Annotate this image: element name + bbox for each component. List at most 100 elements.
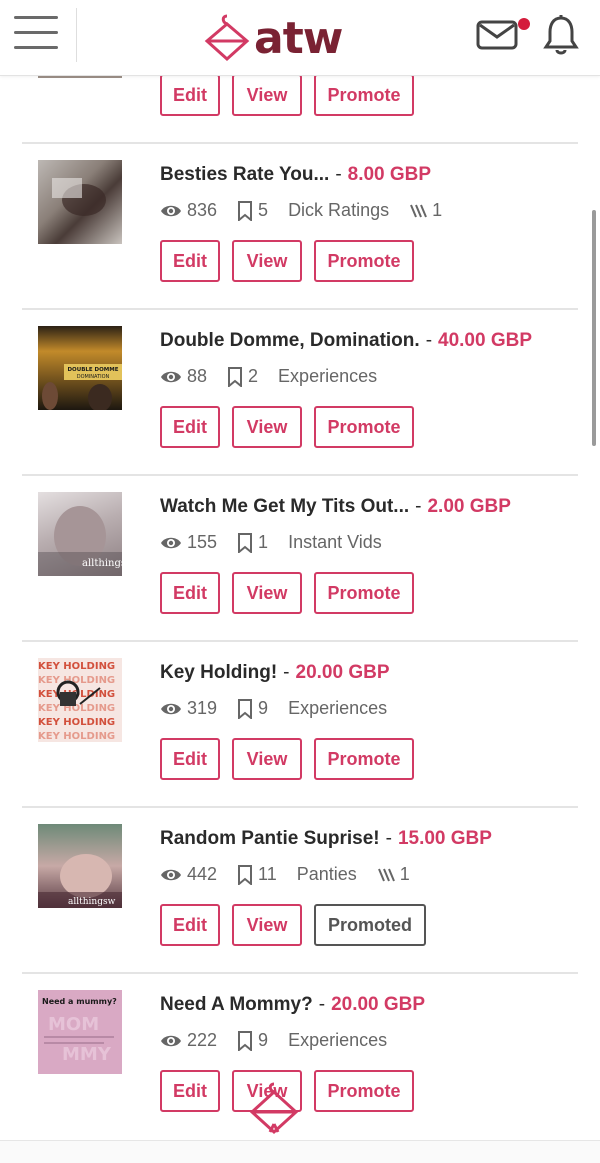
listing-title[interactable]: Key Holding! xyxy=(160,662,277,683)
edit-button[interactable]: Edit xyxy=(160,572,220,614)
listing-meta: 319 9 Experiences xyxy=(160,698,407,719)
scrollbar[interactable] xyxy=(592,210,596,446)
bookmark-icon xyxy=(238,532,253,553)
listing-category: Experiences xyxy=(288,1030,388,1050)
listing-title[interactable]: Watch Me Get My Tits Out... xyxy=(160,496,409,517)
floating-hanger-logo-icon[interactable] xyxy=(246,1080,302,1136)
svg-text:KEY HOLDING: KEY HOLDING xyxy=(38,717,115,728)
listing-price: 8.00 GBP xyxy=(347,164,432,185)
thumbnail-art: KEY HOLDING KEY HOLDING KEY HOLDING KEY … xyxy=(38,661,115,742)
edit-button[interactable]: Edit xyxy=(160,904,220,946)
view-button[interactable]: View xyxy=(232,904,302,946)
listing-title[interactable]: Need A Mommy? xyxy=(160,994,313,1015)
listing-title[interactable]: Besties Rate You... xyxy=(160,164,329,185)
listing-row: allthingsw Random Pantie Suprise! -15.00 … xyxy=(22,808,578,974)
saves-count: 9 xyxy=(258,1030,269,1050)
promote-button[interactable]: Promote xyxy=(314,1070,414,1112)
edit-button[interactable]: Edit xyxy=(160,738,220,780)
view-button[interactable]: View xyxy=(232,738,302,780)
bookmark-icon xyxy=(238,698,253,719)
listing-title[interactable]: Double Domme, Domination. xyxy=(160,330,420,351)
sales-icon xyxy=(377,868,395,881)
views-count: 836 xyxy=(187,200,218,220)
logo-text: atw xyxy=(254,12,343,64)
bottom-bar xyxy=(0,1140,600,1163)
listing-title-line[interactable]: Double Domme, Domination. -40.00 GBP xyxy=(160,330,532,352)
promote-button[interactable]: Promote xyxy=(314,74,414,116)
promote-button[interactable]: Promote xyxy=(314,572,414,614)
listing-thumbnail[interactable] xyxy=(38,160,122,244)
listing-meta: 836 5 Dick Ratings 1 xyxy=(160,200,462,221)
view-button[interactable]: View xyxy=(232,572,302,614)
bookmark-icon xyxy=(228,366,243,387)
listing-thumbnail[interactable]: allthingsw xyxy=(38,824,122,908)
listing-title-line[interactable]: Key Holding! -20.00 GBP xyxy=(160,662,390,684)
listing-price: 15.00 GBP xyxy=(397,828,492,849)
site-logo[interactable]: atw xyxy=(204,10,343,66)
listing-meta: 88 2 Experiences xyxy=(160,366,397,387)
listing-title-line[interactable]: Watch Me Get My Tits Out... -2.00 GBP xyxy=(160,496,511,518)
thumbnail-art: allthings xyxy=(38,506,122,576)
edit-button[interactable]: Edit xyxy=(160,240,220,282)
listing-row: DOUBLE DOMME DOMINATION Double Domme, Do… xyxy=(22,310,578,476)
top-header: atw xyxy=(0,0,600,76)
eye-icon xyxy=(161,537,181,548)
promote-button[interactable]: Promote xyxy=(314,240,414,282)
svg-text:Need a mummy?: Need a mummy? xyxy=(42,997,117,1006)
svg-text:allthingsw: allthingsw xyxy=(68,897,116,907)
listing-title-line[interactable]: Besties Rate You... -8.00 GBP xyxy=(160,164,431,186)
edit-button[interactable]: Edit xyxy=(160,406,220,448)
views-count: 155 xyxy=(187,532,218,552)
edit-button[interactable]: Edit xyxy=(160,74,220,116)
promoted-button[interactable]: Promoted xyxy=(314,904,426,946)
view-button[interactable]: View xyxy=(232,240,302,282)
saves-count: 2 xyxy=(248,366,259,386)
listing-thumbnail[interactable]: Need a mummy? MOM MMY xyxy=(38,990,122,1074)
svg-text:KEY HOLDING: KEY HOLDING xyxy=(38,661,115,672)
listing-title[interactable]: Random Pantie Suprise! xyxy=(160,828,380,849)
listing-category: Dick Ratings xyxy=(288,200,390,220)
saves-count: 11 xyxy=(258,864,277,884)
listing-title-line[interactable]: Need A Mommy? -20.00 GBP xyxy=(160,994,425,1016)
thumbnail-art: Need a mummy? MOM MMY xyxy=(42,997,117,1065)
sales-count: 1 xyxy=(399,864,410,884)
listing-thumbnail[interactable]: KEY HOLDING KEY HOLDING KEY HOLDING KEY … xyxy=(38,658,122,742)
edit-button[interactable]: Edit xyxy=(160,1070,220,1112)
bookmark-icon xyxy=(238,200,253,221)
listing-price: 40.00 GBP xyxy=(438,330,533,351)
listing-meta: 442 11 Panties 1 xyxy=(160,864,430,885)
mail-icon[interactable] xyxy=(476,18,518,52)
saves-count: 5 xyxy=(258,200,269,220)
view-button[interactable]: View xyxy=(232,74,302,116)
view-button[interactable]: View xyxy=(232,406,302,448)
views-count: 88 xyxy=(187,366,208,386)
hanger-logo-icon xyxy=(204,14,250,62)
views-count: 319 xyxy=(187,698,218,718)
listing-meta: 155 1 Instant Vids xyxy=(160,532,402,553)
bookmark-icon xyxy=(238,1030,253,1051)
bell-icon[interactable] xyxy=(542,14,580,56)
listing-title-line[interactable]: Random Pantie Suprise! -15.00 GBP xyxy=(160,828,492,850)
listing-category: Panties xyxy=(296,864,357,884)
thumbnail-art: allthingsw xyxy=(38,854,122,908)
promote-button[interactable]: Promote xyxy=(314,738,414,780)
eye-icon xyxy=(161,703,181,714)
svg-text:DOMINATION: DOMINATION xyxy=(77,374,110,380)
eye-icon xyxy=(161,371,181,382)
hamburger-menu-icon[interactable] xyxy=(14,16,60,52)
listing-category: Experiences xyxy=(288,698,388,718)
svg-text:MOM: MOM xyxy=(48,1014,99,1035)
svg-text:allthings: allthings xyxy=(82,558,122,569)
listing-thumbnail[interactable]: DOUBLE DOMME DOMINATION xyxy=(38,326,122,410)
bookmark-icon xyxy=(238,864,253,885)
saves-count: 9 xyxy=(258,698,269,718)
listing-meta: 222 9 Experiences xyxy=(160,1030,407,1051)
listing-price: 20.00 GBP xyxy=(331,994,426,1015)
listing-thumbnail[interactable]: allthings xyxy=(38,492,122,576)
promote-button[interactable]: Promote xyxy=(314,406,414,448)
listing-row: Besties Rate You... -8.00 GBP 836 5 Dick … xyxy=(22,144,578,310)
eye-icon xyxy=(161,1035,181,1046)
svg-text:DOUBLE DOMME: DOUBLE DOMME xyxy=(67,367,118,373)
header-divider xyxy=(76,8,77,62)
saves-count: 1 xyxy=(258,532,269,552)
